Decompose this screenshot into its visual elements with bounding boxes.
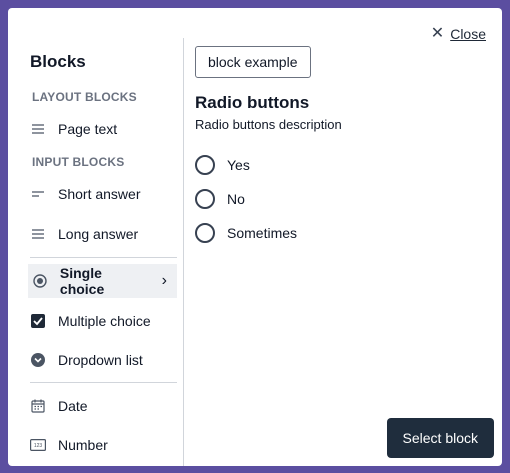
- sidebar-item-date[interactable]: Date: [30, 389, 177, 423]
- sidebar-item-page-text[interactable]: Page text: [30, 112, 177, 146]
- question-title: Radio buttons: [195, 93, 310, 112]
- block-example-button[interactable]: block example: [195, 46, 311, 78]
- checkbox-checked-icon: [30, 314, 46, 328]
- sidebar-item-label: Page text: [58, 121, 118, 137]
- sidebar-item-short-answer[interactable]: Short answer: [30, 177, 177, 211]
- sidebar-item-label: Single choice: [59, 265, 105, 297]
- calendar-icon: [30, 399, 46, 413]
- sidebar-item-label: Long answer: [58, 226, 139, 242]
- preview-panel: block example Radio buttons Radio button…: [185, 38, 502, 466]
- number-icon: 123: [30, 439, 46, 451]
- sidebar-item-label: Dropdown list: [58, 352, 143, 368]
- dropdown-icon: [30, 353, 46, 367]
- sidebar-divider: [30, 257, 177, 258]
- radio-option-label: Yes: [227, 157, 250, 173]
- question-description: Radio buttons description: [195, 117, 342, 132]
- radio-unselected-icon[interactable]: [195, 223, 215, 243]
- chevron-right-icon: ›: [161, 272, 167, 289]
- page-text-icon: [30, 124, 46, 134]
- radio-option-label: No: [227, 191, 245, 207]
- sidebar-item-label: Number: [58, 437, 108, 453]
- select-block-button[interactable]: Select block: [386, 418, 494, 458]
- short-answer-icon: [30, 190, 46, 198]
- section-title-input: INPUT BLOCKS: [32, 155, 125, 169]
- radio-unselected-icon[interactable]: [195, 155, 215, 175]
- long-answer-icon: [30, 229, 46, 239]
- section-title-layout: LAYOUT BLOCKS: [32, 90, 137, 104]
- sidebar-item-multiple-choice[interactable]: Multiple choice: [30, 304, 177, 338]
- sidebar-item-label: Multiple choice: [58, 313, 151, 329]
- blocks-sidebar: Blocks LAYOUT BLOCKS Page text INPUT BLO…: [8, 38, 184, 466]
- radio-selected-icon: [32, 274, 48, 288]
- block-picker-dialog: ✕ Close Blocks LAYOUT BLOCKS Page text I…: [8, 8, 502, 466]
- svg-text:123: 123: [34, 443, 43, 449]
- sidebar-item-label: Short answer: [58, 186, 141, 202]
- radio-unselected-icon[interactable]: [195, 189, 215, 209]
- sidebar-item-long-answer[interactable]: Long answer: [30, 217, 177, 251]
- sidebar-divider: [30, 382, 177, 383]
- sidebar-item-number[interactable]: 123 Number: [30, 428, 177, 462]
- sidebar-item-single-choice[interactable]: Single choice ›: [28, 264, 177, 298]
- radio-option-yes[interactable]: Yes: [195, 155, 250, 175]
- radio-option-label: Sometimes: [227, 225, 298, 241]
- sidebar-item-label: Date: [58, 398, 88, 414]
- radio-option-no[interactable]: No: [195, 189, 245, 209]
- sidebar-title: Blocks: [30, 52, 86, 71]
- radio-option-sometimes[interactable]: Sometimes: [195, 223, 297, 243]
- sidebar-item-dropdown-list[interactable]: Dropdown list: [30, 343, 177, 377]
